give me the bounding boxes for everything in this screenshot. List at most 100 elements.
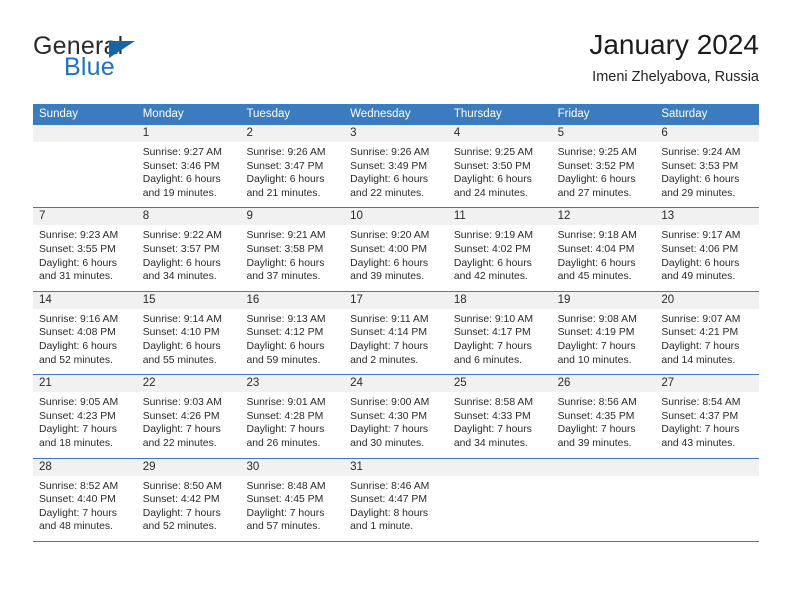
day-info-line: Daylight: 6 hours: [142, 174, 221, 186]
calendar-weeks: 1 Sunrise: 9:27 AM Sunset: 3:46 PM Daylight…: [33, 125, 760, 542]
calendar-day-cell[interactable]: 9 Sunrise: 9:21 AM Sunset: 3:58 PM Daylight…: [240, 208, 345, 290]
calendar-day-cell[interactable]: 11 Sunrise: 9:19 AM Sunset: 4:02 PM Dayligh…: [447, 208, 552, 290]
calendar-grid: Sunday Monday Tuesday Wednesday Thursday Frid…: [33, 104, 760, 542]
calendar-day-cell[interactable]: 12 Sunrise: 9:18 AM Sunset: 4:04 PM Dayligh…: [551, 208, 656, 290]
calendar-day-empty: [447, 458, 552, 541]
page-header: General Blue January 2024 Imeni Zhelyabo…: [33, 28, 759, 92]
day-number: 14: [33, 291, 137, 309]
calendar-day-cell[interactable]: 31 Sunrise: 8:46 AM Sunset: 4:47 PM Dayligh…: [344, 458, 448, 541]
day-info-line: Sunset: 4:40 PM: [39, 494, 116, 506]
calendar-day-cell[interactable]: 7 Sunrise: 9:23 AM Sunset: 3:55 PM Daylight…: [33, 208, 137, 290]
day-sun-info: Sunrise: 8:50 AM Sunset: 4:42 PM Daylight:…: [137, 480, 241, 534]
title-block: January 2024 Imeni Zhelyabova, Russia: [589, 28, 759, 87]
day-info-line: and 14 minutes.: [661, 354, 736, 366]
day-info-line: Daylight: 6 hours: [453, 174, 532, 186]
calendar-page: General Blue January 2024 Imeni Zhelyabo…: [0, 0, 792, 612]
day-info-line: Daylight: 6 hours: [142, 340, 221, 352]
day-info-line: Sunset: 4:17 PM: [453, 327, 531, 339]
day-info-line: Sunrise: 9:13 AM: [246, 313, 326, 325]
calendar-day-cell[interactable]: 14 Sunrise: 9:16 AM Sunset: 4:08 PM Dayligh…: [33, 291, 137, 374]
day-info-line: Sunset: 3:49 PM: [350, 160, 427, 172]
day-info-line: Daylight: 6 hours: [246, 340, 325, 352]
day-number: [655, 458, 760, 476]
day-info-line: and 31 minutes.: [39, 271, 113, 283]
day-number: 11: [447, 208, 552, 226]
calendar-day-cell[interactable]: 27 Sunrise: 8:54 AM Sunset: 4:37 PM Dayligh…: [655, 375, 760, 457]
day-info-line: and 39 minutes.: [350, 271, 425, 283]
calendar-day-cell[interactable]: 24 Sunrise: 9:00 AM Sunset: 4:30 PM Dayligh…: [344, 375, 448, 457]
day-info-line: and 2 minutes.: [350, 354, 419, 366]
weekday-header-wednesday: Wednesday: [350, 108, 411, 120]
day-info-line: Sunrise: 9:18 AM: [557, 230, 637, 242]
day-info-line: Sunset: 4:35 PM: [557, 410, 635, 422]
day-info-line: Sunrise: 9:07 AM: [661, 313, 741, 325]
day-number: 1: [136, 125, 241, 142]
brand-logo[interactable]: General Blue: [33, 32, 253, 88]
weekday-header-row: Sunday Monday Tuesday Wednesday Thursday Frid…: [33, 104, 759, 125]
weekday-header-sunday: Sunday: [39, 108, 79, 120]
calendar-day-cell[interactable]: 23 Sunrise: 9:01 AM Sunset: 4:28 PM Dayligh…: [240, 375, 345, 457]
day-number: 13: [655, 208, 760, 226]
calendar-day-cell[interactable]: 6 Sunrise: 9:24 AM Sunset: 3:53 PM Daylight…: [655, 125, 760, 207]
day-number: 5: [551, 125, 656, 142]
day-info-line: and 6 minutes.: [453, 354, 523, 366]
day-info-line: and 30 minutes.: [350, 437, 425, 449]
calendar-day-cell[interactable]: 22 Sunrise: 9:03 AM Sunset: 4:26 PM Dayligh…: [136, 375, 241, 457]
day-info-line: and 45 minutes.: [557, 271, 632, 283]
day-info-line: Sunset: 4:21 PM: [661, 327, 739, 339]
calendar-day-cell[interactable]: 26 Sunrise: 8:56 AM Sunset: 4:35 PM Dayligh…: [551, 375, 656, 457]
day-info-line: and 1 minute.: [350, 521, 414, 533]
day-info-line: and 42 minutes.: [453, 271, 528, 283]
calendar-day-cell[interactable]: 28 Sunrise: 8:52 AM Sunset: 4:40 PM Dayligh…: [33, 458, 137, 541]
day-info-line: Sunrise: 9:14 AM: [142, 313, 222, 325]
day-info-line: Sunset: 4:06 PM: [661, 243, 739, 255]
day-info-line: Sunset: 3:57 PM: [142, 243, 220, 255]
calendar-day-cell[interactable]: 21 Sunrise: 9:05 AM Sunset: 4:23 PM Dayligh…: [33, 375, 137, 457]
day-info-line: Sunrise: 9:01 AM: [246, 397, 326, 409]
calendar-day-cell[interactable]: 15 Sunrise: 9:14 AM Sunset: 4:10 PM Dayligh…: [136, 291, 241, 374]
calendar-day-cell[interactable]: 16 Sunrise: 9:13 AM Sunset: 4:12 PM Dayligh…: [240, 291, 345, 374]
calendar-day-empty: [655, 458, 760, 541]
calendar-day-cell[interactable]: 18 Sunrise: 9:10 AM Sunset: 4:17 PM Dayligh…: [447, 291, 552, 374]
calendar-day-cell[interactable]: 2 Sunrise: 9:26 AM Sunset: 3:47 PM Daylight…: [240, 125, 345, 207]
day-info-line: and 22 minutes.: [350, 187, 425, 199]
calendar-day-cell[interactable]: 30 Sunrise: 8:48 AM Sunset: 4:45 PM Dayligh…: [240, 458, 345, 541]
day-info-line: Sunrise: 9:11 AM: [350, 313, 429, 325]
day-sun-info: Sunrise: 9:19 AM Sunset: 4:02 PM Daylight:…: [448, 229, 552, 283]
calendar-day-cell[interactable]: 17 Sunrise: 9:11 AM Sunset: 4:14 PM Dayligh…: [344, 291, 448, 374]
day-info-line: Daylight: 7 hours: [39, 507, 117, 519]
day-number: 31: [344, 458, 448, 476]
day-info-line: Daylight: 7 hours: [557, 340, 636, 352]
day-info-line: Sunrise: 9:19 AM: [453, 230, 534, 242]
day-number: 9: [240, 208, 345, 226]
calendar-day-cell[interactable]: 25 Sunrise: 8:58 AM Sunset: 4:33 PM Dayligh…: [447, 375, 552, 457]
calendar-day-cell[interactable]: 29 Sunrise: 8:50 AM Sunset: 4:42 PM Dayligh…: [136, 458, 241, 541]
day-sun-info: Sunrise: 9:10 AM Sunset: 4:17 PM Daylight:…: [448, 313, 552, 367]
calendar-day-cell[interactable]: 20 Sunrise: 9:07 AM Sunset: 4:21 PM Dayligh…: [655, 291, 760, 374]
day-sun-info: Sunrise: 9:08 AM Sunset: 4:19 PM Daylight:…: [552, 313, 656, 367]
day-info-line: Daylight: 8 hours: [350, 507, 429, 519]
day-sun-info: Sunrise: 9:16 AM Sunset: 4:08 PM Daylight:…: [33, 313, 137, 367]
day-info-line: Sunset: 3:52 PM: [557, 160, 635, 172]
day-number: 6: [655, 125, 760, 142]
calendar-day-cell[interactable]: 5 Sunrise: 9:25 AM Sunset: 3:52 PM Daylight…: [551, 125, 656, 207]
day-info-line: Daylight: 6 hours: [246, 257, 325, 269]
calendar-day-cell[interactable]: 4 Sunrise: 9:25 AM Sunset: 3:50 PM Daylight…: [447, 125, 552, 207]
calendar-day-cell[interactable]: 3 Sunrise: 9:26 AM Sunset: 3:49 PM Daylight…: [344, 125, 448, 207]
day-info-line: and 27 minutes.: [557, 187, 632, 199]
day-number: 30: [240, 458, 345, 476]
calendar-day-cell[interactable]: 10 Sunrise: 9:20 AM Sunset: 4:00 PM Dayligh…: [344, 208, 448, 290]
day-sun-info: Sunrise: 8:46 AM Sunset: 4:47 PM Daylight:…: [344, 480, 448, 534]
day-info-line: Daylight: 7 hours: [453, 424, 532, 436]
day-info-line: Sunset: 4:23 PM: [39, 410, 116, 422]
calendar-day-cell[interactable]: 19 Sunrise: 9:08 AM Sunset: 4:19 PM Dayligh…: [551, 291, 656, 374]
day-info-line: Sunrise: 9:21 AM: [246, 230, 326, 242]
day-sun-info: Sunrise: 9:24 AM Sunset: 3:53 PM Daylight:…: [655, 146, 759, 200]
day-info-line: Sunrise: 9:25 AM: [557, 147, 637, 158]
day-info-line: Daylight: 7 hours: [557, 424, 636, 436]
calendar-day-cell[interactable]: 13 Sunrise: 9:17 AM Sunset: 4:06 PM Dayligh…: [655, 208, 760, 290]
day-number: 4: [447, 125, 552, 142]
calendar-day-cell[interactable]: 1 Sunrise: 9:27 AM Sunset: 3:46 PM Daylight…: [136, 125, 241, 207]
day-info-line: Daylight: 7 hours: [39, 424, 117, 436]
calendar-day-cell[interactable]: 8 Sunrise: 9:22 AM Sunset: 3:57 PM Daylight…: [136, 208, 241, 290]
